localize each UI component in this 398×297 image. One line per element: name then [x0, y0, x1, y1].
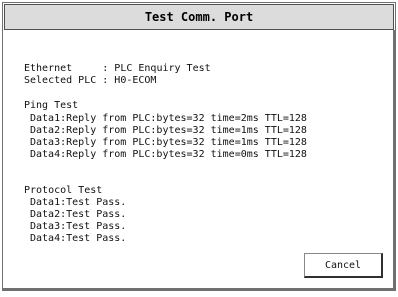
test-comm-port-dialog: Test Comm. Port Ethernet : PLC Enquiry T… — [2, 2, 396, 291]
ethernet-info-line: Ethernet : PLC Enquiry Test — [24, 63, 211, 74]
protocol-result-line: Data3:Test Pass. — [30, 221, 127, 232]
dialog-content: Ethernet : PLC Enquiry Test Selected PLC… — [3, 30, 395, 290]
protocol-result-line: Data2:Test Pass. — [30, 209, 127, 220]
ping-test-heading: Ping Test — [24, 100, 79, 111]
ping-result-line: Data2:Reply from PLC:bytes=32 time=1ms T… — [30, 125, 307, 136]
protocol-result-line: Data4:Test Pass. — [30, 233, 127, 244]
ping-result-line: Data3:Reply from PLC:bytes=32 time=1ms T… — [30, 137, 307, 148]
ping-result-line: Data1:Reply from PLC:bytes=32 time=2ms T… — [30, 113, 307, 124]
dialog-title: Test Comm. Port — [4, 4, 394, 30]
selected-plc-line: Selected PLC : H0-ECOM — [24, 75, 157, 86]
ping-result-line: Data4:Reply from PLC:bytes=32 time=0ms T… — [30, 149, 307, 160]
cancel-button[interactable]: Cancel — [304, 253, 383, 278]
protocol-test-heading: Protocol Test — [24, 185, 103, 196]
protocol-result-line: Data1:Test Pass. — [30, 197, 127, 208]
